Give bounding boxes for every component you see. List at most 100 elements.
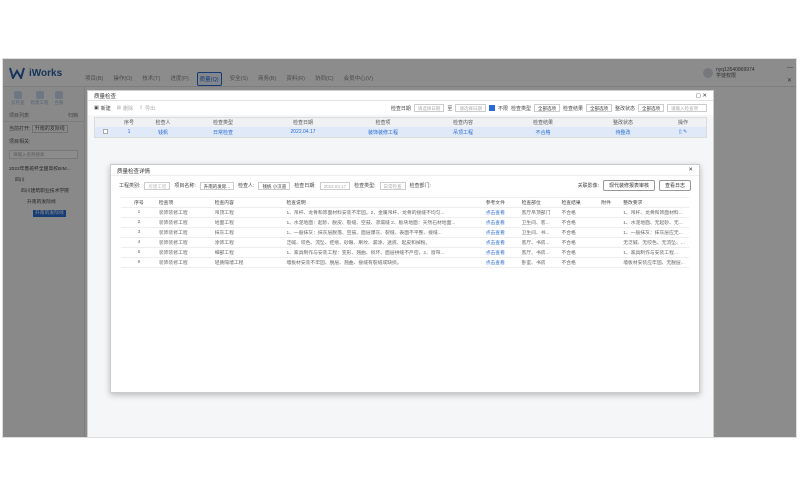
detail-dialog-title: 质量检查详情: [117, 169, 151, 175]
detail-table-header: 序号 检查项 检查内容 检查说明 参考文件 检查部位 检查结果 附件 整改要求: [121, 198, 689, 208]
cell-item: 装饰装修工程: [158, 251, 188, 256]
detail-table: 序号 检查项 检查内容 检查说明 参考文件 检查部位 检查结果 附件 整改要求 …: [121, 197, 689, 268]
col-header: 检查项: [375, 120, 391, 126]
search-input[interactable]: 请输入检查项: [667, 104, 707, 112]
cell-description: 泛碱、咬色、流坠、疙瘩、砂眼、刷纹、漏涂、透底、起皮和掉粉。: [286, 241, 431, 246]
date-label: 检查日期:: [294, 183, 316, 189]
cell-index: 6: [137, 260, 141, 265]
col-header: 检查人: [155, 120, 171, 126]
date-field[interactable]: 2022.04.17: [319, 181, 351, 190]
cell-reference[interactable]: 点击查看: [484, 259, 520, 266]
cell-reference[interactable]: 点击查看: [484, 229, 520, 236]
row-checkbox[interactable]: [95, 128, 115, 136]
cell-reference[interactable]: 点击查看: [484, 209, 520, 216]
filter-bar: 检查日期 请选择日期 至 请选择日期 不限 检查类型 全部选项 检查结果 全部选…: [391, 104, 707, 112]
new-icon: ▣: [94, 105, 99, 111]
col-header: 检查类型: [212, 120, 233, 126]
cell-location: 客厅、书房...: [521, 241, 550, 246]
dialog-title: 质量检查: [94, 93, 117, 100]
cell-inspector: 钱帆: [157, 129, 168, 136]
cell-result: 不合格: [561, 211, 576, 216]
col-header: 检查内容: [214, 201, 234, 206]
cell-description: 墙板材安装不牢固、脱层、翘曲、接缝有裂缝或缺损。: [286, 261, 402, 266]
edit-icon[interactable]: ✎: [683, 129, 687, 135]
type-field[interactable]: 日常检查: [379, 181, 406, 190]
col-header: 检查结果: [561, 201, 581, 206]
table-row[interactable]: 1 钱帆 日常检查 2022.04.17 装饰装修工程 吊顶工程 不合格 待整改…: [95, 127, 706, 137]
cell-requirement: 墙板材安装应牢固、无脱层...: [623, 261, 685, 266]
project-type-label: 工程类别:: [119, 183, 141, 189]
delete-button[interactable]: ⊠ 删除: [117, 105, 133, 112]
table-row[interactable]: 2 装饰装修工程 地面工程 1、水泥地面：起砂、脱皮、裂缝、空鼓、渗漏缝 2、板块地面…: [121, 218, 689, 228]
new-label: 新建: [100, 105, 111, 112]
app-window: iWorks 项目(B) 操作(O) 技术(T) 进度(P) 质量(Q) 安全(…: [2, 58, 797, 438]
cell-index: 1: [127, 129, 131, 135]
check-type-select[interactable]: 全部选项: [533, 104, 560, 112]
cell-content: 抹灰工程: [214, 231, 234, 236]
cell-reference[interactable]: 点击查看: [484, 249, 520, 256]
cell-requirement: 1、一般抹灰：抹灰层应无...: [623, 231, 683, 236]
close-icon[interactable]: ✕: [688, 167, 693, 173]
cell-content: 地面工程: [214, 221, 234, 226]
col-header: 检查项: [158, 201, 174, 206]
cell-content: 吊顶工程: [452, 129, 473, 136]
cell-description: 1、家具制作与安装工程：变形、翘曲、损坏、面层拼缝不严密。2、窗帘...: [286, 251, 445, 256]
date-separator: 至: [447, 105, 453, 112]
cell-location: 卫生间、客...: [521, 221, 550, 226]
end-date-input[interactable]: 请选择日期: [455, 104, 486, 112]
cell-reference[interactable]: 点击查看: [484, 219, 520, 226]
cell-location: 卫生间、书...: [521, 231, 550, 236]
export-button[interactable]: ⇪ 导出: [139, 105, 155, 112]
project-name-field[interactable]: 升南的发际...: [199, 181, 235, 190]
cell-result: 不合格: [561, 231, 576, 236]
col-header: 操作: [677, 120, 688, 126]
cell-result: 不合格: [561, 251, 576, 256]
cell-location: 客厅吊顶部门: [521, 211, 551, 216]
restore-icon[interactable]: ▢: [696, 93, 701, 99]
table-row[interactable]: 4 装饰装修工程 涂饰工程 泛碱、咬色、流坠、疙瘩、砂眼、刷纹、漏涂、透底、起皮和掉粉…: [121, 238, 689, 248]
cell-reference[interactable]: 点击查看: [484, 239, 520, 246]
cell-content: 轻质隔墙工程: [214, 261, 244, 266]
col-header: 序号: [134, 201, 144, 206]
table-row[interactable]: 6 装饰装修工程 轻质隔墙工程 墙板材安装不牢固、脱层、翘曲、接缝有裂缝或缺损。 点击查…: [121, 258, 689, 268]
col-header: 序号: [123, 120, 134, 126]
table-row[interactable]: 5 装饰装修工程 细部工程 1、家具制作与安装工程：变形、翘曲、损坏、面层拼缝不严密。…: [121, 248, 689, 258]
delete-label: 删除: [122, 105, 133, 112]
detail-dialog-header: 质量检查详情 ✕: [111, 165, 699, 176]
check-result-select[interactable]: 全部选项: [585, 104, 612, 112]
project-type-select[interactable]: 房建工程: [144, 181, 171, 190]
rect-status-select[interactable]: 全部选项: [638, 104, 664, 112]
view-icon[interactable]: ▯: [679, 129, 682, 135]
close-icon[interactable]: ✕: [702, 93, 707, 99]
overdue-label: 不限: [497, 105, 508, 112]
related-image-button[interactable]: 现代装修报表审核: [602, 180, 655, 191]
cell-description: 1、一般抹灰：抹灰层脱落、空鼓、面层爆灰、裂缝、表面不平整、接缝...: [286, 231, 442, 236]
new-button[interactable]: ▣ 新建: [94, 105, 111, 112]
overdue-checkbox[interactable]: [488, 105, 495, 111]
view-log-button[interactable]: 查看日志: [658, 180, 691, 191]
cell-index: 5: [137, 250, 141, 255]
col-header: 检查内容: [452, 120, 473, 126]
cell-type: 日常检查: [212, 129, 233, 136]
cell-index: 1: [137, 210, 141, 215]
table-row[interactable]: 1 装饰装修工程 吊顶工程 1、吊杆、龙骨和饰面材料安装不牢固。2、金属吊杆、龙骨的接…: [121, 208, 689, 218]
table-row[interactable]: 3 装饰装修工程 抹灰工程 1、一般抹灰：抹灰层脱落、空鼓、面层爆灰、裂缝、表面不平整…: [121, 228, 689, 238]
cell-result: 不合格: [561, 221, 576, 226]
inspector-field[interactable]: 钱帆 小汉道: [258, 181, 291, 190]
cell-location: 卧室、书房: [521, 261, 546, 266]
cell-item: 装饰装修工程: [158, 221, 188, 226]
delete-icon: ⊠: [116, 105, 121, 111]
cell-index: 4: [137, 240, 141, 245]
check-date-label: 检查日期: [390, 105, 411, 112]
cell-content: 吊顶工程: [214, 211, 234, 216]
cell-location: 客厅、书房...: [521, 251, 550, 256]
check-result-label: 检查结果: [562, 105, 583, 112]
cell-index: 2: [137, 220, 141, 225]
col-header: 检查说明: [286, 201, 306, 206]
inspector-label: 检查人:: [238, 183, 255, 189]
detail-form: 工程类别: 房建工程 项目名称: 升南的发际... 检查人: 钱帆 小汉道 检查…: [111, 176, 699, 195]
start-date-input[interactable]: 请选择日期: [413, 104, 445, 112]
col-header: 检查结果: [532, 120, 553, 126]
col-header: 整改要求: [623, 201, 643, 206]
dept-label: 检查部门:: [409, 183, 431, 189]
